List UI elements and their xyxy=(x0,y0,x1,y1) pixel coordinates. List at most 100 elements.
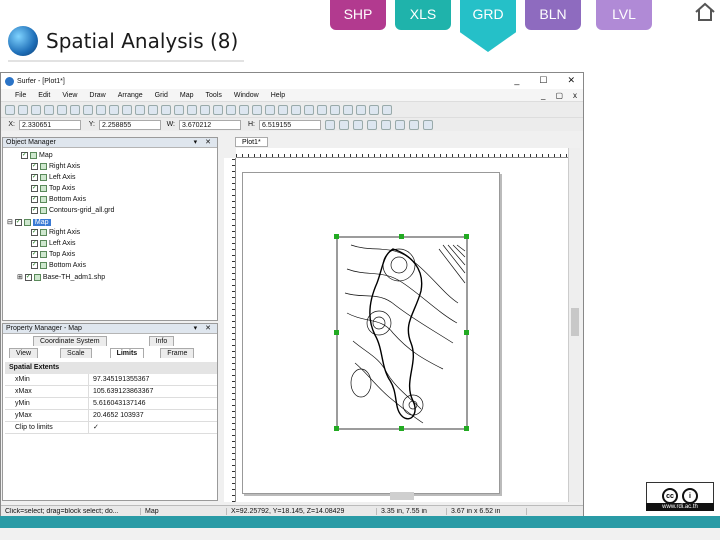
menu-arrange[interactable]: Arrange xyxy=(118,92,143,99)
expand-icon[interactable]: ⊞ xyxy=(17,273,23,281)
base-map-icon[interactable] xyxy=(304,104,314,115)
wireframe-icon[interactable] xyxy=(382,104,392,115)
tab-limits[interactable]: Limits xyxy=(109,348,145,358)
menu-file[interactable]: File xyxy=(15,92,26,99)
minimize-button[interactable]: _ xyxy=(514,75,519,86)
tree-item-bottom-axis[interactable]: ✓ Bottom Axis xyxy=(31,196,86,203)
checkbox-icon[interactable]: ✓ xyxy=(31,163,38,170)
post-map-icon[interactable] xyxy=(317,104,327,115)
paste-icon[interactable] xyxy=(83,104,93,115)
prop-row-xmax[interactable]: xMax 105.639123863367 xyxy=(5,386,217,398)
doc-restore-button[interactable]: ▢ xyxy=(555,91,563,100)
tab-info[interactable]: Info xyxy=(148,336,175,346)
spline-icon[interactable] xyxy=(278,104,288,115)
redo-icon[interactable] xyxy=(109,104,119,115)
new-icon[interactable] xyxy=(5,104,15,115)
arrange-back-icon[interactable] xyxy=(395,119,405,130)
tab-view[interactable]: View xyxy=(9,348,39,358)
checkbox-icon[interactable]: ✓ xyxy=(31,174,38,181)
tree-item-left-axis[interactable]: ✓ Left Axis xyxy=(31,174,75,181)
tab-scale[interactable]: Scale xyxy=(60,348,92,358)
vertical-scroll-thumb[interactable] xyxy=(571,308,579,336)
text-icon[interactable] xyxy=(200,104,210,115)
vertical-scrollbar[interactable] xyxy=(568,148,580,502)
prop-value[interactable]: 20.4652 103937 xyxy=(89,410,144,421)
tree-item-right-axis[interactable]: ✓ Right Axis xyxy=(31,163,80,170)
zoom-rect-icon[interactable] xyxy=(174,104,184,115)
tree-item-contours[interactable]: ✓ Contours-grid_all.grd xyxy=(31,207,114,214)
arrange-front-icon[interactable] xyxy=(381,119,391,130)
zoom-out-icon[interactable] xyxy=(161,104,171,115)
tree-item-right-axis-2[interactable]: ✓ Right Axis xyxy=(31,229,80,236)
symbol-icon[interactable] xyxy=(239,104,249,115)
collapse-icon[interactable]: ⊟ xyxy=(7,218,13,226)
tab-bln[interactable]: BLN xyxy=(525,0,581,30)
zoom-in-icon[interactable] xyxy=(148,104,158,115)
checkbox-icon[interactable]: ✓ xyxy=(31,251,38,258)
plot-canvas[interactable] xyxy=(236,158,568,502)
menu-tools[interactable]: Tools xyxy=(206,92,222,99)
menu-edit[interactable]: Edit xyxy=(38,92,50,99)
prop-row-xmin[interactable]: xMin 97.345191355367 xyxy=(5,374,217,386)
tree-item-left-axis-2[interactable]: ✓ Left Axis xyxy=(31,240,75,247)
prop-row-clip[interactable]: Clip to limits ✓ xyxy=(5,422,217,434)
tab-frame[interactable]: Frame xyxy=(160,348,195,358)
tree-item-top-axis[interactable]: ✓ Top Axis xyxy=(31,185,75,192)
tab-xls[interactable]: XLS xyxy=(395,0,451,30)
prop-row-ymax[interactable]: yMax 20.4652 103937 xyxy=(5,410,217,422)
tree-item-top-axis-2[interactable]: ✓ Top Axis xyxy=(31,251,75,258)
panel-pin-icon[interactable]: ▾ ✕ xyxy=(194,324,214,334)
home-icon[interactable] xyxy=(694,2,716,22)
save-icon[interactable] xyxy=(31,104,41,115)
zoom-page-icon[interactable] xyxy=(187,104,197,115)
tree-item-bottom-axis-2[interactable]: ✓ Bottom Axis xyxy=(31,262,86,269)
group-icon[interactable] xyxy=(409,119,419,130)
menu-window[interactable]: Window xyxy=(234,92,259,99)
vector-map-icon[interactable] xyxy=(356,104,366,115)
print-icon[interactable] xyxy=(44,104,54,115)
prop-value[interactable]: 5.616043137146 xyxy=(89,398,146,409)
ungroup-icon[interactable] xyxy=(423,119,433,130)
prop-value[interactable]: 105.639123863367 xyxy=(89,386,153,397)
copy-icon[interactable] xyxy=(70,104,80,115)
clip-checkbox[interactable]: ✓ xyxy=(89,422,99,433)
prop-row-ymin[interactable]: yMin 5.616043137146 xyxy=(5,398,217,410)
contour-map[interactable] xyxy=(243,173,501,495)
image-map-icon[interactable] xyxy=(330,104,340,115)
polyline-icon[interactable] xyxy=(226,104,236,115)
h-field[interactable]: 6.519155 xyxy=(259,119,321,130)
menu-draw[interactable]: Draw xyxy=(89,92,105,99)
tree-item-map-selected[interactable]: ⊟ ✓ Map xyxy=(7,218,51,226)
panel-pin-icon[interactable]: ▾ ✕ xyxy=(194,138,214,148)
maximize-button[interactable]: ☐ xyxy=(539,75,547,86)
menu-help[interactable]: Help xyxy=(271,92,285,99)
rectangle-icon[interactable] xyxy=(252,104,262,115)
fill-color-icon[interactable] xyxy=(353,119,363,130)
ellipse-icon[interactable] xyxy=(265,104,275,115)
tab-grd[interactable]: GRD xyxy=(460,0,516,52)
open-icon[interactable] xyxy=(18,104,28,115)
doc-minimize-button[interactable]: _ xyxy=(541,91,545,100)
checkbox-icon[interactable]: ✓ xyxy=(31,229,38,236)
checkbox-icon[interactable]: ✓ xyxy=(31,262,38,269)
menu-map[interactable]: Map xyxy=(180,92,194,99)
prop-value[interactable]: 97.345191355367 xyxy=(89,374,149,385)
cut-icon[interactable] xyxy=(57,104,67,115)
tab-lvl[interactable]: LVL xyxy=(596,0,652,30)
contour-map-icon[interactable] xyxy=(291,104,301,115)
align-icon[interactable] xyxy=(325,119,335,130)
shaded-relief-icon[interactable] xyxy=(343,104,353,115)
select-icon[interactable] xyxy=(122,104,132,115)
polygon-icon[interactable] xyxy=(213,104,223,115)
undo-icon[interactable] xyxy=(96,104,106,115)
checkbox-icon[interactable]: ✓ xyxy=(14,218,22,226)
tab-shp[interactable]: SHP xyxy=(330,0,386,30)
checkbox-icon[interactable]: ✓ xyxy=(31,185,38,192)
menu-view[interactable]: View xyxy=(62,92,77,99)
tab-coordinate-system[interactable]: Coordinate System xyxy=(33,336,107,346)
close-button[interactable]: ✕ xyxy=(567,75,575,86)
checkbox-icon[interactable]: ✓ xyxy=(24,273,32,281)
doc-close-button[interactable]: x xyxy=(573,91,577,100)
spatial-extents-group[interactable]: Spatial Extents xyxy=(5,362,217,374)
checkbox-icon[interactable]: ✓ xyxy=(21,152,28,159)
